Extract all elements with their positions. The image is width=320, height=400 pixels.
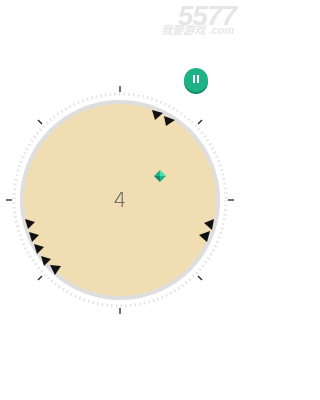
tick-4-30 xyxy=(197,275,203,281)
tick-1-30 xyxy=(197,119,203,125)
tick-10-30 xyxy=(37,119,43,125)
score-display: 4 xyxy=(113,188,127,212)
tick-7-30 xyxy=(37,275,43,281)
pause-button[interactable] xyxy=(184,68,208,92)
game-screen: 5577 我要游戏 .com 4 xyxy=(0,0,240,400)
pause-icon xyxy=(184,68,208,92)
